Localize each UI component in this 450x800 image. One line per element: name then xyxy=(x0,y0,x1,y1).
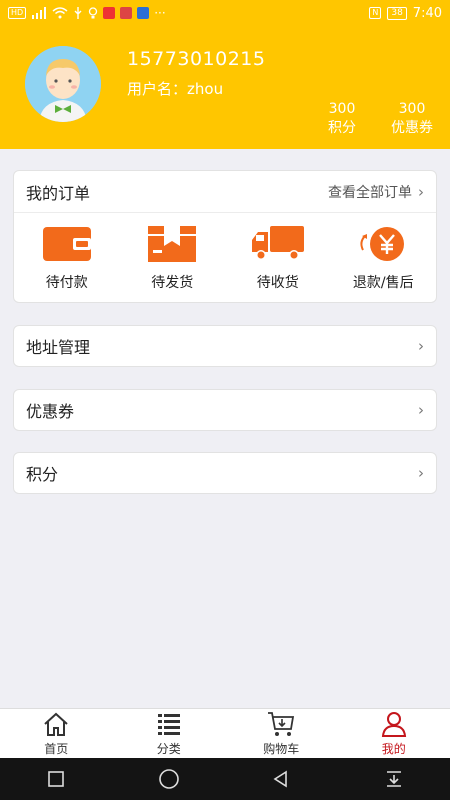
tab-category[interactable]: 分类 xyxy=(113,709,226,758)
tab-home[interactable]: 首页 xyxy=(0,709,113,758)
profile-header: 15773010215 用户名：zhou 300 积分 300 优惠券 xyxy=(0,26,450,149)
avatar[interactable] xyxy=(25,46,101,122)
order-pending-shipment-label: 待发货 xyxy=(151,275,194,291)
notification-pull-button[interactable] xyxy=(379,764,409,794)
orders-title: 我的订单 xyxy=(26,183,91,203)
phone-number: 15773010215 xyxy=(127,48,266,70)
coupons-label: 优惠券 xyxy=(391,120,433,136)
points-row-label: 积分 xyxy=(26,465,59,484)
notification-down-icon xyxy=(386,771,401,787)
chevron-right-icon: › xyxy=(418,464,424,482)
coupons-row[interactable]: 优惠券 › xyxy=(13,389,437,431)
address-management-row[interactable]: 地址管理 › xyxy=(13,325,437,367)
tab-cart-label: 购物车 xyxy=(263,742,300,756)
coupons-row-label: 优惠券 xyxy=(26,402,75,421)
app-icon-red2 xyxy=(120,7,133,19)
recent-apps-button[interactable] xyxy=(41,764,71,794)
tab-cart[interactable]: 购物车 xyxy=(225,709,338,758)
tab-mine-label: 我的 xyxy=(381,742,406,756)
status-right: N 38 7:40 xyxy=(369,6,442,21)
wallet-icon xyxy=(42,227,91,261)
home-icon xyxy=(44,712,68,736)
username: 用户名：zhou xyxy=(127,78,223,99)
clock: 7:40 xyxy=(412,5,442,21)
tab-mine[interactable]: 我的 xyxy=(338,709,450,758)
username-label: 用户名： xyxy=(127,80,188,98)
points-value: 300 xyxy=(328,101,356,117)
bottom-tab-bar: 首页 分类 购物车 我的 xyxy=(0,708,450,758)
username-value: zhou xyxy=(187,80,224,98)
order-pending-receipt-label: 待收货 xyxy=(256,275,299,291)
order-pending-shipment[interactable]: 待发货 xyxy=(120,213,226,303)
order-pending-payment[interactable]: 待付款 xyxy=(14,213,120,303)
more-icon: ··· xyxy=(154,6,166,20)
chevron-right-icon: › xyxy=(418,182,424,201)
points-stat[interactable]: 300 积分 xyxy=(320,100,364,138)
order-refund-label: 退款/售后 xyxy=(352,275,414,291)
tab-home-label: 首页 xyxy=(44,742,69,756)
tab-category-label: 分类 xyxy=(156,742,181,756)
back-icon xyxy=(273,770,288,788)
orders-header: 我的订单 查看全部订单 › xyxy=(14,171,436,213)
translate-icon xyxy=(137,7,150,19)
my-orders-card: 我的订单 查看全部订单 › 待付款 待发货 待收货 退款/售后 xyxy=(13,170,437,303)
usb-icon xyxy=(74,7,82,19)
home-button[interactable] xyxy=(154,764,184,794)
package-icon xyxy=(148,226,197,262)
truck-icon xyxy=(251,226,304,260)
points-label: 积分 xyxy=(328,120,356,136)
app-icon-red xyxy=(103,7,116,19)
back-button[interactable] xyxy=(266,764,296,794)
address-management-label: 地址管理 xyxy=(26,338,91,357)
cart-icon xyxy=(268,712,295,736)
home-circle-icon xyxy=(158,769,179,789)
order-status-row: 待付款 待发货 待收货 退款/售后 xyxy=(14,213,436,303)
order-refund[interactable]: 退款/售后 xyxy=(331,213,437,303)
chevron-right-icon: › xyxy=(418,401,424,419)
order-pending-receipt[interactable]: 待收货 xyxy=(225,213,331,303)
system-navigation-bar xyxy=(0,758,450,800)
battery-icon: 38 xyxy=(387,6,407,20)
view-all-orders-label: 查看全部订单 xyxy=(328,184,412,201)
recent-apps-icon xyxy=(48,771,65,787)
nfc-icon: N xyxy=(369,7,382,19)
order-pending-payment-label: 待付款 xyxy=(45,275,88,291)
status-bar: HD ··· N 38 7:40 xyxy=(0,0,450,26)
coupons-stat[interactable]: 300 优惠券 xyxy=(383,100,441,138)
points-row[interactable]: 积分 › xyxy=(13,452,437,494)
signal-icon xyxy=(32,7,47,19)
coupons-value: 300 xyxy=(398,101,426,117)
status-left-icons: HD ··· xyxy=(8,6,369,20)
bulb-icon xyxy=(89,7,98,19)
chevron-right-icon: › xyxy=(418,337,424,355)
list-icon xyxy=(157,714,180,735)
avatar-illustration-icon xyxy=(25,46,101,122)
user-icon xyxy=(381,712,406,737)
hd-icon: HD xyxy=(8,7,27,19)
view-all-orders-link[interactable]: 查看全部订单 › xyxy=(328,182,424,202)
yen-refund-icon xyxy=(360,227,405,261)
wifi-icon xyxy=(52,7,68,19)
